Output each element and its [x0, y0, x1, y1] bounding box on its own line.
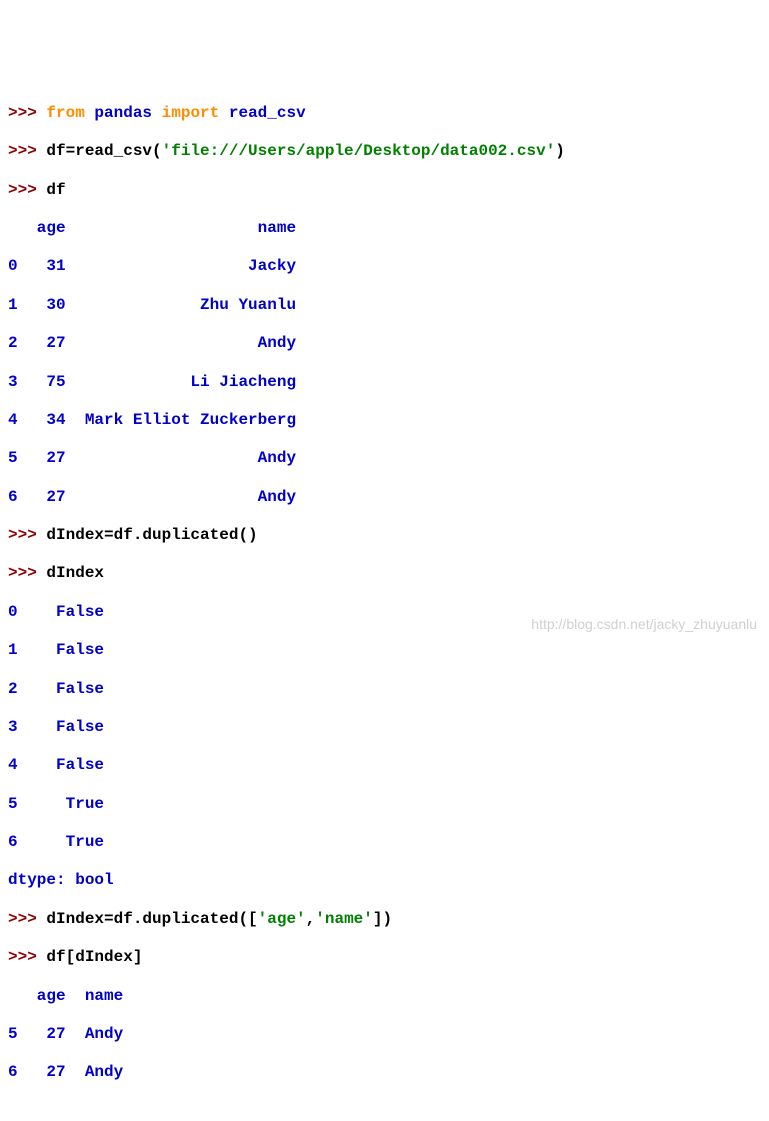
string-literal: 'age'	[258, 910, 306, 928]
code-line-1: >>> from pandas import read_csv	[8, 104, 769, 123]
output-row: 1 False	[8, 641, 769, 660]
output-row: 6 27 Andy	[8, 1063, 769, 1082]
prompt: >>>	[8, 181, 46, 199]
code-text: dIndex=df.duplicated()	[46, 526, 257, 544]
code-text: df	[46, 181, 65, 199]
output-row: 0 31 Jacky	[8, 257, 769, 276]
output-row: 3 False	[8, 718, 769, 737]
keyword-import: import	[162, 104, 220, 122]
code-text: dIndex=df.duplicated([	[46, 910, 257, 928]
output-header: age name	[8, 219, 769, 238]
code-text: df[dIndex]	[46, 948, 142, 966]
prompt: >>>	[8, 142, 46, 160]
code-line-4: >>> dIndex=df.duplicated()	[8, 526, 769, 545]
code-text: dIndex	[46, 564, 104, 582]
output-row: 5 True	[8, 795, 769, 814]
output-row: 4 34 Mark Elliot Zuckerberg	[8, 411, 769, 430]
output-row: 6 27 Andy	[8, 488, 769, 507]
code-line-7: >>> df[dIndex]	[8, 948, 769, 967]
code-line-5: >>> dIndex	[8, 564, 769, 583]
code-line-3: >>> df	[8, 181, 769, 200]
module-pandas: pandas	[94, 104, 152, 122]
string-literal: 'name'	[315, 910, 373, 928]
output-row: 5 27 Andy	[8, 1025, 769, 1044]
output-header: age name	[8, 987, 769, 1006]
code-line-2: >>> df=read_csv('file:///Users/apple/Des…	[8, 142, 769, 161]
terminal-output: >>> from pandas import read_csv >>> df=r…	[8, 85, 769, 658]
prompt: >>>	[8, 564, 46, 582]
output-dtype: dtype: bool	[8, 871, 769, 890]
module-read-csv: read_csv	[229, 104, 306, 122]
code-text: ])	[373, 910, 392, 928]
output-row: 2 False	[8, 680, 769, 699]
prompt: >>>	[8, 526, 46, 544]
string-literal: 'file:///Users/apple/Desktop/data002.csv…	[162, 142, 556, 160]
code-text: df=read_csv(	[46, 142, 161, 160]
output-row: 5 27 Andy	[8, 449, 769, 468]
output-row: 3 75 Li Jiacheng	[8, 373, 769, 392]
prompt: >>>	[8, 104, 46, 122]
output-row: 1 30 Zhu Yuanlu	[8, 296, 769, 315]
output-row: 4 False	[8, 756, 769, 775]
prompt: >>>	[8, 910, 46, 928]
code-line-6: >>> dIndex=df.duplicated(['age','name'])	[8, 910, 769, 929]
code-text: )	[555, 142, 565, 160]
output-row: 2 27 Andy	[8, 334, 769, 353]
watermark-text: http://blog.csdn.net/jacky_zhuyuanlu	[531, 616, 757, 633]
prompt: >>>	[8, 948, 46, 966]
output-row: 6 True	[8, 833, 769, 852]
keyword-from: from	[46, 104, 84, 122]
code-text: ,	[306, 910, 316, 928]
